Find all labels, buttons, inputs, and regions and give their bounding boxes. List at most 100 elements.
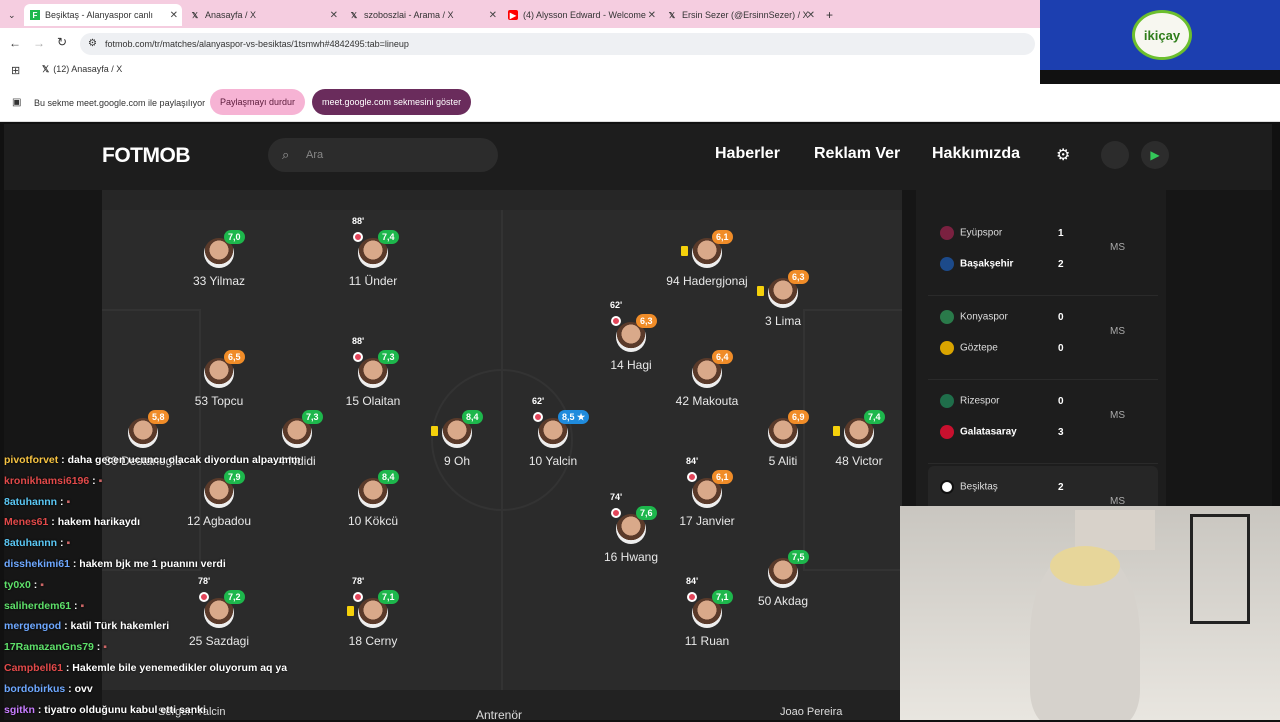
emote-icon: ▪	[98, 474, 103, 487]
nav-about[interactable]: Hakkımızda	[932, 145, 1020, 163]
chat-username[interactable]: pivotforvet	[4, 454, 58, 466]
apple-app-icon[interactable]	[1101, 141, 1129, 169]
emote-icon: ▪	[80, 599, 85, 612]
apps-grid-icon[interactable]: ⊞	[11, 64, 20, 77]
chat-username[interactable]: ty0x0	[4, 579, 31, 591]
substituted-off-icon	[611, 508, 621, 518]
match-eyupspor-basaksehir[interactable]: Eyüpspor 1 Başakşehir 2 MS	[928, 212, 1158, 296]
tab-youtube[interactable]: ▶ (4) Alysson Edward - Welcome ✕	[502, 4, 660, 26]
player-name: 53 Topcu	[194, 394, 244, 408]
tab-x-search[interactable]: 𝕏szoboszlai - Arama / X ✕	[343, 4, 501, 26]
player-card[interactable]: 6,5 53 Topcu	[164, 350, 274, 408]
chat-username[interactable]: Campbell61	[4, 662, 63, 674]
chat-message: Menes61 : hakem harikaydı	[4, 516, 140, 529]
close-tab-icon[interactable]: ✕	[330, 10, 338, 21]
yellow-card-icon	[833, 426, 840, 436]
player-card[interactable]: 7,1 84' 11 Ruan	[652, 576, 762, 648]
tab-search-button[interactable]: ⌄	[2, 4, 22, 26]
site-info-icon[interactable]: ⚙	[88, 33, 97, 55]
chat-username[interactable]: sgitkn	[4, 704, 35, 716]
new-tab-button[interactable]: +	[820, 4, 840, 26]
bookmark-x-home[interactable]: 𝕏 (12) Anasayfa / X	[42, 64, 122, 75]
player-name: 3 Lima	[764, 314, 802, 328]
chat-message: ty0x0 : ▪	[4, 578, 44, 591]
player-card[interactable]: 7,6 74' 16 Hwang	[576, 492, 686, 564]
bookmarks-bar: ⊞ 𝕏 (12) Anasayfa / X	[0, 60, 1040, 84]
player-card[interactable]: 6,4 42 Makouta	[652, 350, 762, 408]
chevron-down-icon: ⌄	[8, 9, 16, 20]
chat-message: pivotforvet : daha gecen ucuncu olacak d…	[4, 454, 301, 466]
player-card[interactable]: 8,4 10 Kökcü	[318, 470, 428, 528]
player-card[interactable]: 7,0 33 Yilmaz	[164, 230, 274, 288]
substituted-off-icon	[533, 412, 543, 422]
fotmob-logo[interactable]: FOTMOB	[102, 144, 190, 168]
player-name: 16 Hwang	[603, 550, 659, 564]
nav-news[interactable]: Haberler	[715, 145, 780, 163]
yellow-card-icon	[431, 426, 438, 436]
chat-username[interactable]: 8atuhannn	[4, 496, 57, 508]
show-meet-tab-button[interactable]: meet.google.com sekmesini göster	[312, 89, 472, 115]
chat-message: kronikhamsi6196 : ▪	[4, 474, 103, 487]
substitution-minute: 88'	[352, 216, 365, 226]
goztepe-crest	[940, 341, 954, 355]
stop-sharing-button[interactable]: Paylaşmayı durdur	[210, 89, 306, 115]
x-favicon: 𝕏	[350, 10, 358, 20]
tab-x-home[interactable]: 𝕏 Anasayfa / X ✕	[184, 4, 342, 26]
chat-username[interactable]: 17RamazanGns79	[4, 641, 94, 653]
player-rating-badge: 7,3	[302, 410, 323, 424]
tab-x-profile[interactable]: 𝕏 Ersin Sezer (@ErsinnSezer) / X ✕	[661, 4, 819, 26]
player-card[interactable]: 7,1 78' 18 Cerny	[318, 576, 428, 648]
chat-text: daha gecen ucuncu olacak diyordun alpayı…	[67, 454, 301, 466]
match-konyaspor-goztepe[interactable]: Konyaspor 0 Göztepe 0 MS	[928, 296, 1158, 380]
player-card[interactable]: 8,5 ★ 62' 10 Yalcin	[498, 396, 608, 468]
player-card[interactable]: 7,4 48 Victor	[804, 410, 902, 468]
close-tab-icon[interactable]: ✕	[807, 10, 815, 21]
match-rizespor-galatasaray[interactable]: Rizespor 0 Galatasaray 3 MS	[928, 380, 1158, 464]
chat-message: sgitkn : tiyatro olduğunu kabul etti san…	[4, 703, 206, 716]
player-name: 11 Ruan	[684, 634, 730, 648]
tab-share-bar: ▣ Bu sekme meet.google.com ile paylaşılı…	[0, 84, 1280, 122]
away-coach[interactable]: Joao Pereira	[780, 706, 842, 718]
chat-username[interactable]: disshekimi61	[4, 558, 70, 570]
chat-username[interactable]: mergengod	[4, 620, 61, 632]
player-card[interactable]: 6,3 3 Lima	[728, 270, 838, 328]
player-name: 11 Ünder	[348, 274, 398, 288]
close-tab-icon[interactable]: ✕	[170, 10, 178, 21]
google-play-icon[interactable]: ▶	[1141, 141, 1169, 169]
player-name: 15 Olaitan	[345, 394, 401, 408]
emote-icon: ▪	[40, 578, 44, 591]
player-rating-badge: 5,8	[148, 410, 169, 424]
player-card[interactable]: 7,4 88' 11 Ünder	[318, 216, 428, 288]
rizespor-crest	[940, 394, 954, 408]
chat-username[interactable]: Menes61	[4, 516, 48, 528]
player-rating-badge: 7,4	[864, 410, 885, 424]
player-card[interactable]: 8,4 9 Oh	[402, 410, 512, 468]
galatasaray-crest	[940, 425, 954, 439]
url-field[interactable]: ⚙ fotmob.com/tr/matches/alanyaspor-vs-be…	[80, 33, 1035, 55]
x-favicon: 𝕏	[42, 64, 50, 74]
player-rating-badge: 6,3	[636, 314, 657, 328]
back-icon[interactable]: ←	[9, 36, 21, 50]
browser-tab-bar: ⌄ F Beşiktaş - Alanyaspor canlı ✕ 𝕏 Anasayf…	[0, 0, 1040, 28]
chat-username[interactable]: saliherdem61	[4, 600, 71, 612]
reload-icon[interactable]: ↻	[57, 35, 67, 49]
nav-advertise[interactable]: Reklam Ver	[814, 145, 900, 163]
player-card[interactable]: 7,3 88' 15 Olaitan	[318, 336, 428, 408]
tab-besiktas[interactable]: F Beşiktaş - Alanyaspor canlı ✕	[24, 4, 182, 26]
hair	[1050, 546, 1120, 586]
substituted-off-icon	[353, 592, 363, 602]
forward-icon[interactable]: →	[33, 36, 45, 50]
substituted-off-icon	[353, 232, 363, 242]
close-tab-icon[interactable]: ✕	[489, 10, 497, 21]
close-tab-icon[interactable]: ✕	[648, 10, 656, 21]
search-input[interactable]: ⌕ Ara	[268, 138, 498, 172]
chat-username[interactable]: 8atuhannn	[4, 537, 57, 549]
chat-text: ovv	[74, 682, 93, 695]
chat-message: bordobirkus : ovv	[4, 682, 93, 695]
stream-chat-overlay: pivotforvet : daha gecen ucuncu olacak d…	[0, 450, 300, 720]
chat-username[interactable]: kronikhamsi6196	[4, 475, 89, 487]
address-bar-row: ← → ↻ ⚙ fotmob.com/tr/matches/alanyaspor…	[0, 28, 1040, 60]
settings-gear-icon[interactable]: ⚙	[1056, 145, 1070, 165]
chat-username[interactable]: bordobirkus	[4, 683, 65, 695]
site-header: FOTMOB	[4, 124, 1272, 190]
